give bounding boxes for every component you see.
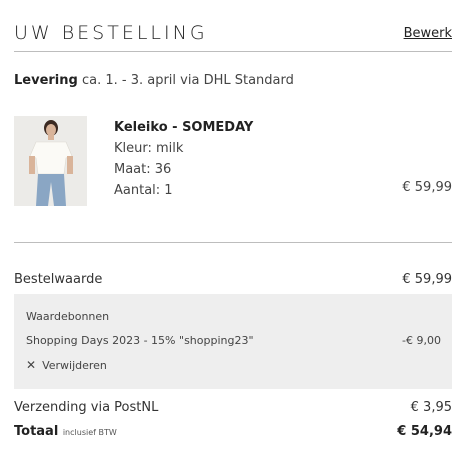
close-icon: ✕	[26, 358, 37, 372]
total-value: € 54,94	[397, 424, 452, 439]
vouchers-title: Waardebonnen	[26, 310, 110, 323]
product-price: € 59,99	[402, 180, 452, 195]
order-value-label: Bestelwaarde	[14, 272, 103, 287]
voucher-name: Shopping Days 2023 - 15% "shopping23"	[26, 334, 254, 347]
product-size: Maat: 36	[114, 162, 172, 177]
delivery-text: ca. 1. - 3. april via DHL Standard	[81, 73, 294, 88]
product-image[interactable]	[14, 116, 87, 206]
remove-label: Verwijderen	[42, 359, 107, 372]
shipping-label: Verzending via PostNL	[14, 400, 159, 415]
divider	[14, 242, 452, 243]
shipping-value: € 3,95	[410, 400, 452, 415]
total-label: Totaal	[14, 424, 59, 439]
product-name[interactable]: Keleiko - SOMEDAY	[114, 117, 253, 138]
product-color: Kleur: milk	[114, 141, 184, 156]
order-value: € 59,99	[402, 272, 452, 287]
product-details: Keleiko - SOMEDAY Kleur: milk Maat: 36 A…	[114, 117, 253, 201]
order-value-row: Bestelwaarde € 59,99	[14, 272, 452, 287]
edit-link[interactable]: Bewerk	[404, 26, 452, 41]
remove-voucher-button[interactable]: ✕ Verwijderen	[26, 358, 107, 372]
total-row: Totaal inclusief BTW € 54,94	[14, 424, 452, 439]
delivery-info: Levering ca. 1. - 3. april via DHL Stand…	[14, 73, 294, 88]
total-note: inclusief BTW	[62, 428, 117, 437]
voucher-section: Waardebonnen Shopping Days 2023 - 15% "s…	[14, 294, 452, 389]
product-quantity: Aantal: 1	[114, 183, 173, 198]
delivery-label: Levering	[14, 73, 78, 88]
voucher-amount: -€ 9,00	[402, 334, 441, 347]
shipping-row: Verzending via PostNL € 3,95	[14, 400, 452, 415]
page-title: UW BESTELLING	[14, 22, 208, 44]
order-header: UW BESTELLING Bewerk	[14, 22, 452, 52]
